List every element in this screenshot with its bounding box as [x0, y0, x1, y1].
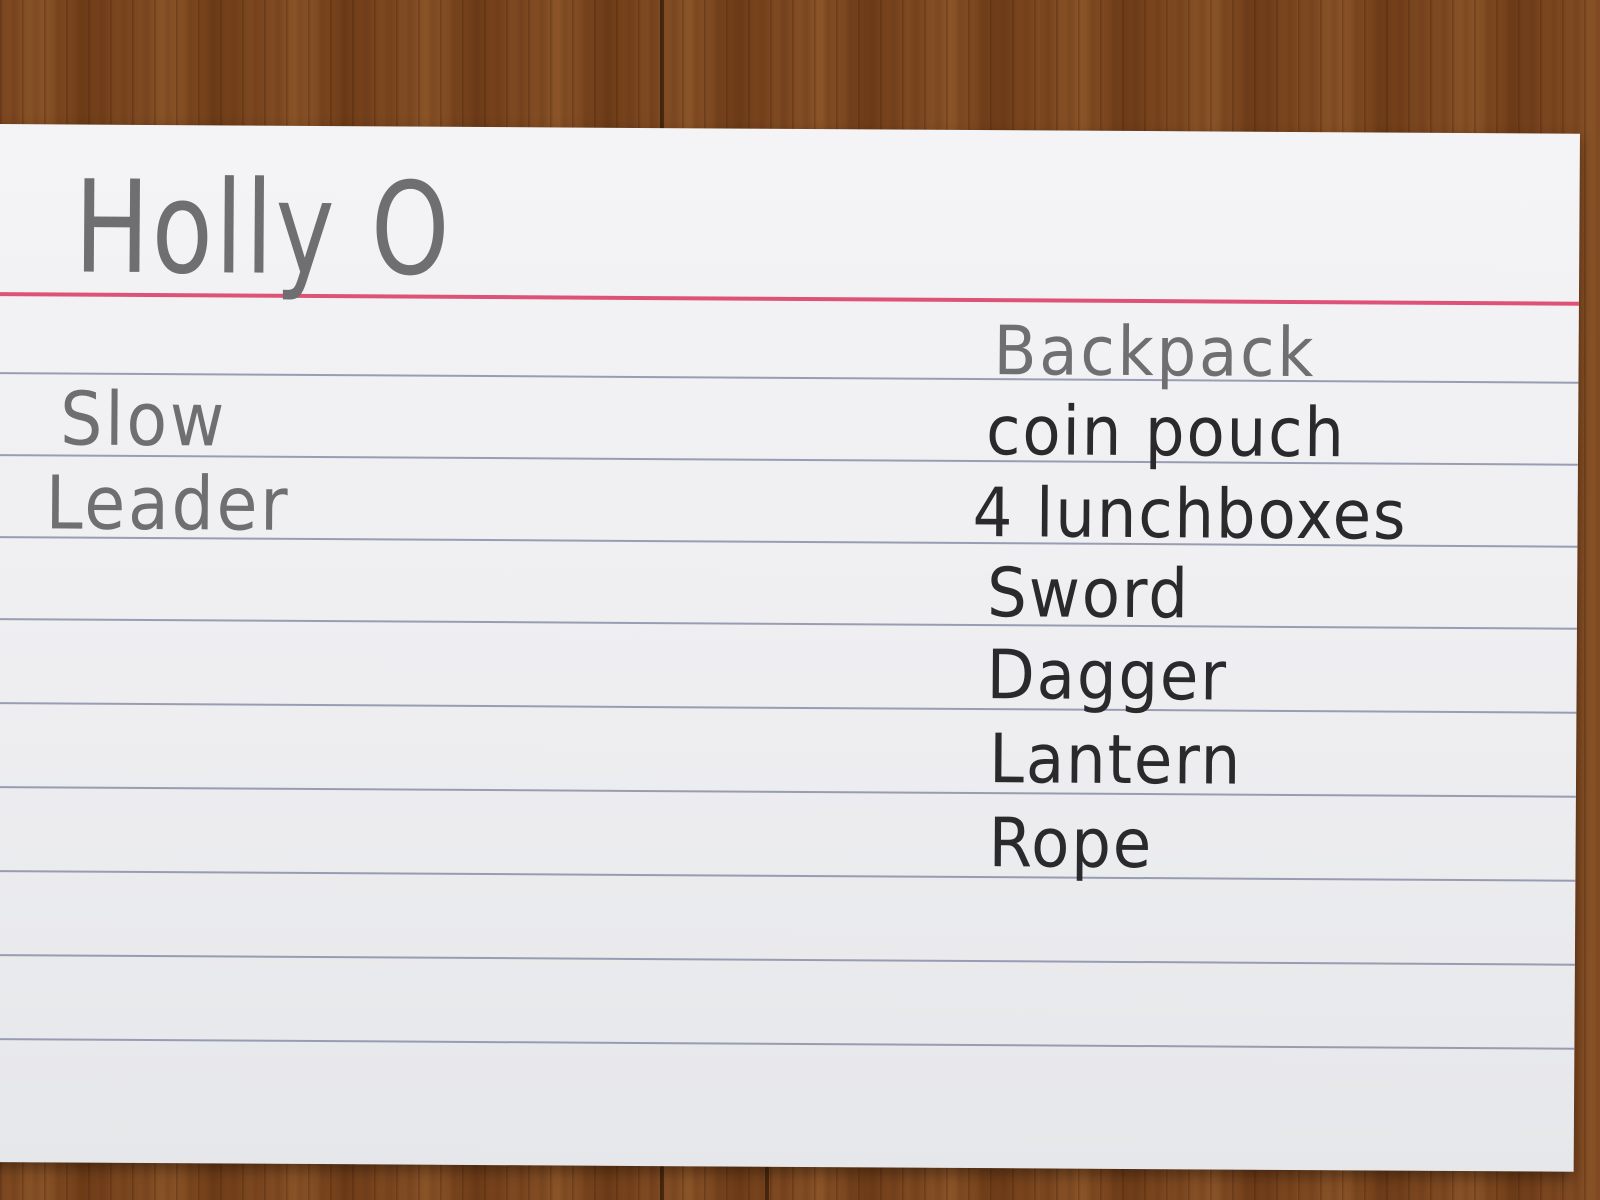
card-rule-4	[0, 617, 1577, 630]
index-card: Holly O Slow Leader Backpack coin pouch …	[0, 124, 1580, 1172]
card-rule-7	[0, 869, 1576, 882]
card-rule-6	[0, 785, 1576, 798]
card-rule-9	[0, 1037, 1575, 1050]
inventory-item-lunchboxes: 4 lunchboxes	[972, 474, 1408, 556]
inventory-item-sword: Sword	[986, 554, 1191, 635]
inventory-item-dagger: Dagger	[986, 636, 1229, 717]
character-name: Holly O	[73, 153, 453, 305]
trait-slow: Slow	[59, 376, 228, 464]
card-rule-1	[0, 371, 1579, 384]
inventory-item-lantern: Lantern	[988, 720, 1243, 801]
card-rule-5	[0, 701, 1577, 714]
inventory-item-coin-pouch: coin pouch	[985, 392, 1347, 474]
inventory-item-backpack: Backpack	[993, 312, 1317, 394]
trait-leader: Leader	[45, 460, 291, 548]
card-rule-8	[0, 953, 1575, 966]
inventory-item-rope: Rope	[988, 804, 1154, 885]
